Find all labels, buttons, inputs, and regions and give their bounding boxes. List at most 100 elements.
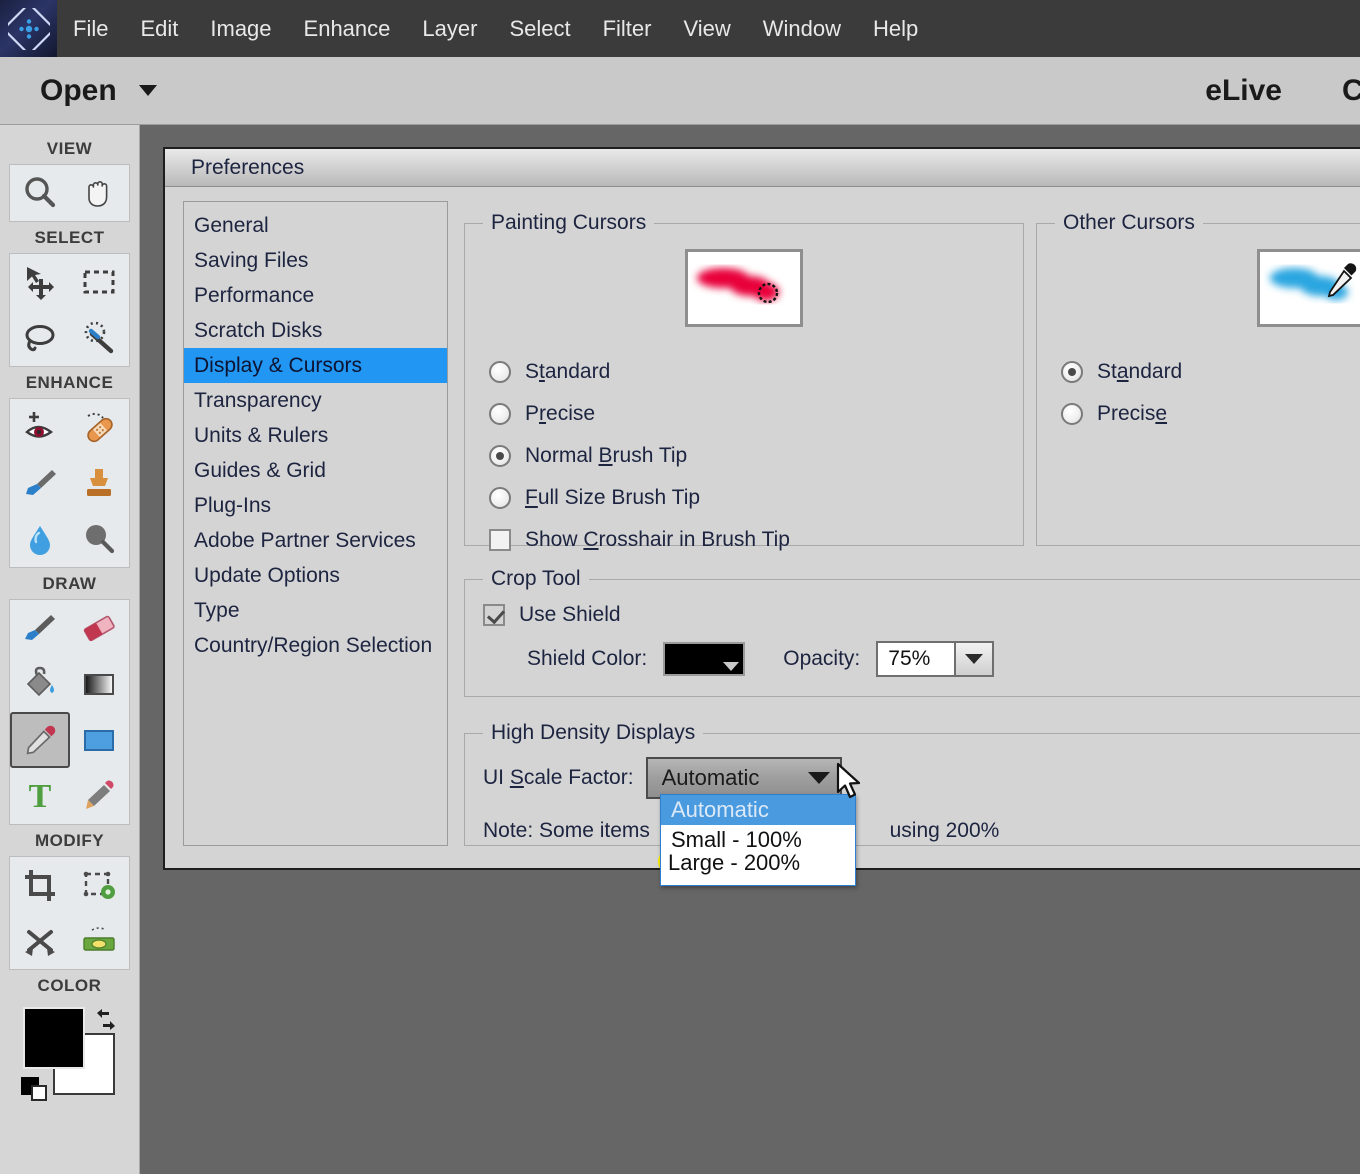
menu-view[interactable]: View	[667, 0, 746, 57]
elive-tab[interactable]: eLive	[1205, 74, 1282, 108]
lasso-tool[interactable]	[10, 310, 70, 366]
hand-icon	[88, 181, 108, 207]
use-shield-checkbox[interactable]	[483, 604, 505, 626]
category-plug-ins[interactable]: Plug-Ins	[184, 488, 447, 523]
shield-color-picker[interactable]	[663, 642, 746, 676]
menu-filter[interactable]: Filter	[587, 0, 668, 57]
shape-tool[interactable]	[70, 712, 130, 768]
opacity-value[interactable]: 75%	[878, 643, 955, 675]
magic-wand-icon	[84, 321, 114, 354]
painting-full-size-brush-tip-option[interactable]: Full Size Brush Tip	[489, 477, 1023, 519]
painting-precise-radio[interactable]	[489, 403, 511, 425]
blue-eyedropper-preview	[1270, 263, 1357, 300]
painting-cursor-preview	[685, 249, 803, 327]
gradient-tool[interactable]	[70, 656, 130, 712]
paint-brush-blue-icon	[25, 470, 56, 495]
dialog-title: Preferences	[191, 155, 305, 179]
app-logo-icon	[0, 0, 57, 57]
open-button[interactable]: Open	[40, 74, 157, 108]
other-standard-option[interactable]: Standard	[1061, 351, 1360, 393]
eraser-tool[interactable]	[70, 600, 130, 656]
toolbox-section-label-color: COLOR	[37, 976, 102, 995]
eyedropper-tool[interactable]	[10, 712, 70, 768]
category-transparency[interactable]: Transparency	[184, 383, 447, 418]
water-drop-icon	[29, 526, 50, 555]
menu-window[interactable]: Window	[747, 0, 857, 57]
category-adobe-partner-services[interactable]: Adobe Partner Services	[184, 523, 447, 558]
category-saving-files[interactable]: Saving Files	[184, 243, 447, 278]
chevron-down-icon[interactable]	[138, 85, 157, 96]
other-standard-radio[interactable]	[1061, 361, 1083, 383]
pencil-tool[interactable]	[70, 768, 130, 824]
move-tool[interactable]	[10, 254, 70, 310]
painting-normal-brush-tip-option[interactable]: Normal Brush Tip	[489, 435, 1023, 477]
menu-help[interactable]: Help	[857, 0, 934, 57]
category-update-options[interactable]: Update Options	[184, 558, 447, 593]
high-density-note-suffix: using 200%	[889, 819, 1000, 842]
other-precise-option[interactable]: Precise	[1061, 393, 1360, 435]
show-crosshair-option[interactable]: Show Crosshair in Brush Tip	[489, 519, 1023, 561]
high-density-displays-legend: High Density Displays	[491, 721, 696, 744]
eye-plus-icon	[24, 412, 53, 438]
painting-normal-brush-tip-radio[interactable]	[489, 445, 511, 467]
toolbox-section-label-modify: MODIFY	[34, 831, 105, 850]
smart-brush-tool[interactable]	[10, 455, 70, 511]
blur-tool[interactable]	[10, 511, 70, 567]
painting-full-size-brush-tip-radio[interactable]	[489, 487, 511, 509]
category-country-region-selection[interactable]: Country/Region Selection	[184, 628, 447, 663]
menu-image[interactable]: Image	[194, 0, 287, 57]
sponge-tool[interactable]	[70, 511, 130, 567]
crop-tool[interactable]	[10, 857, 70, 913]
show-crosshair-checkbox[interactable]	[489, 529, 511, 551]
content-aware-move-tool[interactable]	[10, 913, 70, 969]
other-precise-radio[interactable]	[1061, 403, 1083, 425]
category-units-and-rulers[interactable]: Units & Rulers	[184, 418, 447, 453]
foreground-color-swatch[interactable]	[22, 1007, 85, 1069]
type-tool[interactable]: T	[10, 768, 70, 824]
category-type[interactable]: Type	[184, 593, 447, 628]
paint-bucket-icon	[26, 666, 54, 697]
rectangular-marquee-tool[interactable]	[70, 254, 130, 310]
menu-edit[interactable]: Edit	[124, 0, 194, 57]
category-general[interactable]: General	[184, 208, 447, 243]
category-display-and-cursors[interactable]: Display & Cursors	[184, 348, 447, 383]
quick-selection-tool[interactable]	[70, 310, 130, 366]
painting-precise-option[interactable]: Precise	[489, 393, 1023, 435]
straighten-tool[interactable]	[70, 913, 130, 969]
clone-stamp-tool[interactable]	[70, 455, 130, 511]
toolbox-group-enhance	[9, 398, 130, 568]
shield-settings-row: Shield Color: Opacity: 75%	[527, 641, 1360, 677]
menu-enhance[interactable]: Enhance	[288, 0, 407, 57]
painting-standard-option[interactable]: Standard	[489, 351, 1023, 393]
dropdown-option-large-200-label[interactable]: Large - 200%	[668, 850, 800, 876]
preferences-category-list[interactable]: General Saving Files Performance Scratch…	[183, 201, 448, 846]
menu-file[interactable]: File	[57, 0, 124, 57]
brush-tool[interactable]	[10, 600, 70, 656]
opacity-dropdown-arrow[interactable]	[954, 643, 993, 675]
opacity-combo[interactable]: 75%	[876, 641, 995, 677]
use-shield-option[interactable]: Use Shield	[483, 603, 1360, 627]
blue-rectangle-icon	[84, 730, 115, 751]
toolbox-section-label-draw: DRAW	[42, 574, 97, 593]
create-tab[interactable]: Create	[1342, 74, 1360, 108]
lasso-icon	[25, 325, 55, 352]
menu-select[interactable]: Select	[493, 0, 586, 57]
recompose-tool[interactable]	[70, 857, 130, 913]
move-arrows-icon	[26, 267, 54, 300]
ui-scale-factor-combo[interactable]: Automatic	[645, 757, 842, 799]
spot-healing-brush-tool[interactable]	[70, 399, 130, 455]
eraser-icon	[84, 615, 115, 642]
default-colors-icon[interactable]	[20, 1077, 49, 1103]
category-guides-and-grid[interactable]: Guides & Grid	[184, 453, 447, 488]
painting-normal-brush-tip-label: Normal Brush Tip	[525, 444, 688, 467]
red-eye-removal-tool[interactable]	[10, 399, 70, 455]
dropdown-option-automatic[interactable]: Automatic	[661, 795, 855, 825]
hand-tool[interactable]	[70, 165, 130, 221]
painting-standard-radio[interactable]	[489, 361, 511, 383]
zoom-tool[interactable]	[10, 165, 70, 221]
category-scratch-disks[interactable]: Scratch Disks	[184, 313, 447, 348]
category-performance[interactable]: Performance	[184, 278, 447, 313]
menu-layer[interactable]: Layer	[406, 0, 493, 57]
paint-bucket-tool[interactable]	[10, 656, 70, 712]
swap-colors-icon[interactable]	[93, 1007, 119, 1038]
